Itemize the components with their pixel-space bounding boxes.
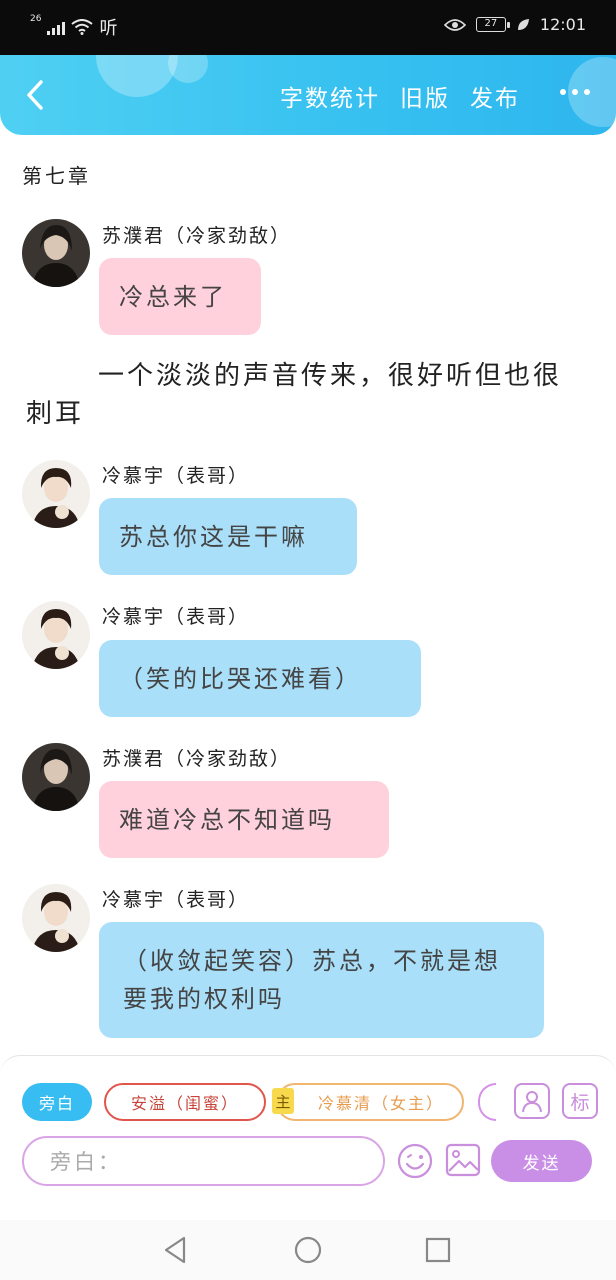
- main-character-badge: 主: [272, 1088, 294, 1114]
- image-icon[interactable]: [445, 1142, 481, 1178]
- speaker-name: 冷慕宇（表哥）: [102, 889, 250, 911]
- back-button[interactable]: [20, 77, 50, 113]
- old-version-button[interactable]: 旧版: [400, 79, 450, 113]
- tag-button[interactable]: 标: [562, 1083, 598, 1119]
- person-card-icon[interactable]: [514, 1083, 550, 1119]
- emoji-icon[interactable]: [396, 1142, 434, 1180]
- message-bubble[interactable]: 难道冷总不知道吗: [99, 781, 389, 858]
- role-chip-anyi[interactable]: 安溢（闺蜜）: [104, 1083, 266, 1121]
- message-bubble[interactable]: （笑的比哭还难看）: [99, 640, 421, 717]
- avatar[interactable]: [22, 460, 90, 528]
- status-left: 26 听: [30, 14, 117, 40]
- message-input[interactable]: 旁白：: [22, 1136, 385, 1186]
- nav-back-icon[interactable]: [160, 1234, 192, 1266]
- nav-home-icon[interactable]: [292, 1234, 324, 1266]
- system-nav-bar: [0, 1220, 616, 1280]
- status-right: 27 12:01: [443, 15, 586, 34]
- status-listen: 听: [99, 18, 118, 39]
- publish-button[interactable]: 发布: [470, 79, 520, 113]
- leaf-icon: [517, 18, 529, 30]
- avatar[interactable]: [22, 601, 90, 669]
- speaker-name: 苏濮君（冷家劲敌）: [102, 225, 292, 247]
- wifi-icon: [71, 19, 94, 35]
- send-button[interactable]: 发送: [491, 1140, 592, 1182]
- network-type: 26: [30, 14, 42, 24]
- header-actions: 字数统计 旧版 发布: [280, 79, 520, 113]
- message-bubble[interactable]: （收敛起笑容）苏总，不就是想要我的权利吗: [99, 922, 544, 1038]
- role-chip-narration[interactable]: 旁白: [22, 1083, 92, 1121]
- chapter-title: 第七章: [22, 164, 91, 188]
- role-chip-lengmuqing[interactable]: 冷慕清（女主）: [276, 1083, 464, 1121]
- message-bubble[interactable]: 冷总来了: [99, 258, 261, 335]
- signal-icon: [47, 19, 66, 35]
- speaker-name: 冷慕宇（表哥）: [102, 465, 250, 487]
- word-count-button[interactable]: 字数统计: [280, 79, 380, 113]
- avatar[interactable]: [22, 884, 90, 952]
- header-decoration: [168, 55, 208, 83]
- status-bar: 26 听 27 12:01: [0, 0, 616, 55]
- avatar[interactable]: [22, 219, 90, 287]
- speaker-name: 冷慕宇（表哥）: [102, 606, 250, 628]
- status-time: 12:01: [539, 15, 586, 34]
- eye-icon: [443, 18, 466, 31]
- more-icon[interactable]: [560, 89, 590, 95]
- nav-recent-icon[interactable]: [422, 1234, 454, 1266]
- message-bubble[interactable]: 苏总你这是干嘛: [99, 498, 357, 575]
- app-header: 字数统计 旧版 发布: [0, 55, 616, 135]
- avatar[interactable]: [22, 743, 90, 811]
- battery-icon: 27: [475, 17, 510, 32]
- header-decoration: [96, 55, 178, 97]
- back-arrow-icon: [27, 80, 43, 110]
- speaker-name: 苏濮君（冷家劲敌）: [102, 748, 292, 770]
- narration-text: 一个淡淡的声音传来，很好听但也很刺耳: [26, 361, 563, 429]
